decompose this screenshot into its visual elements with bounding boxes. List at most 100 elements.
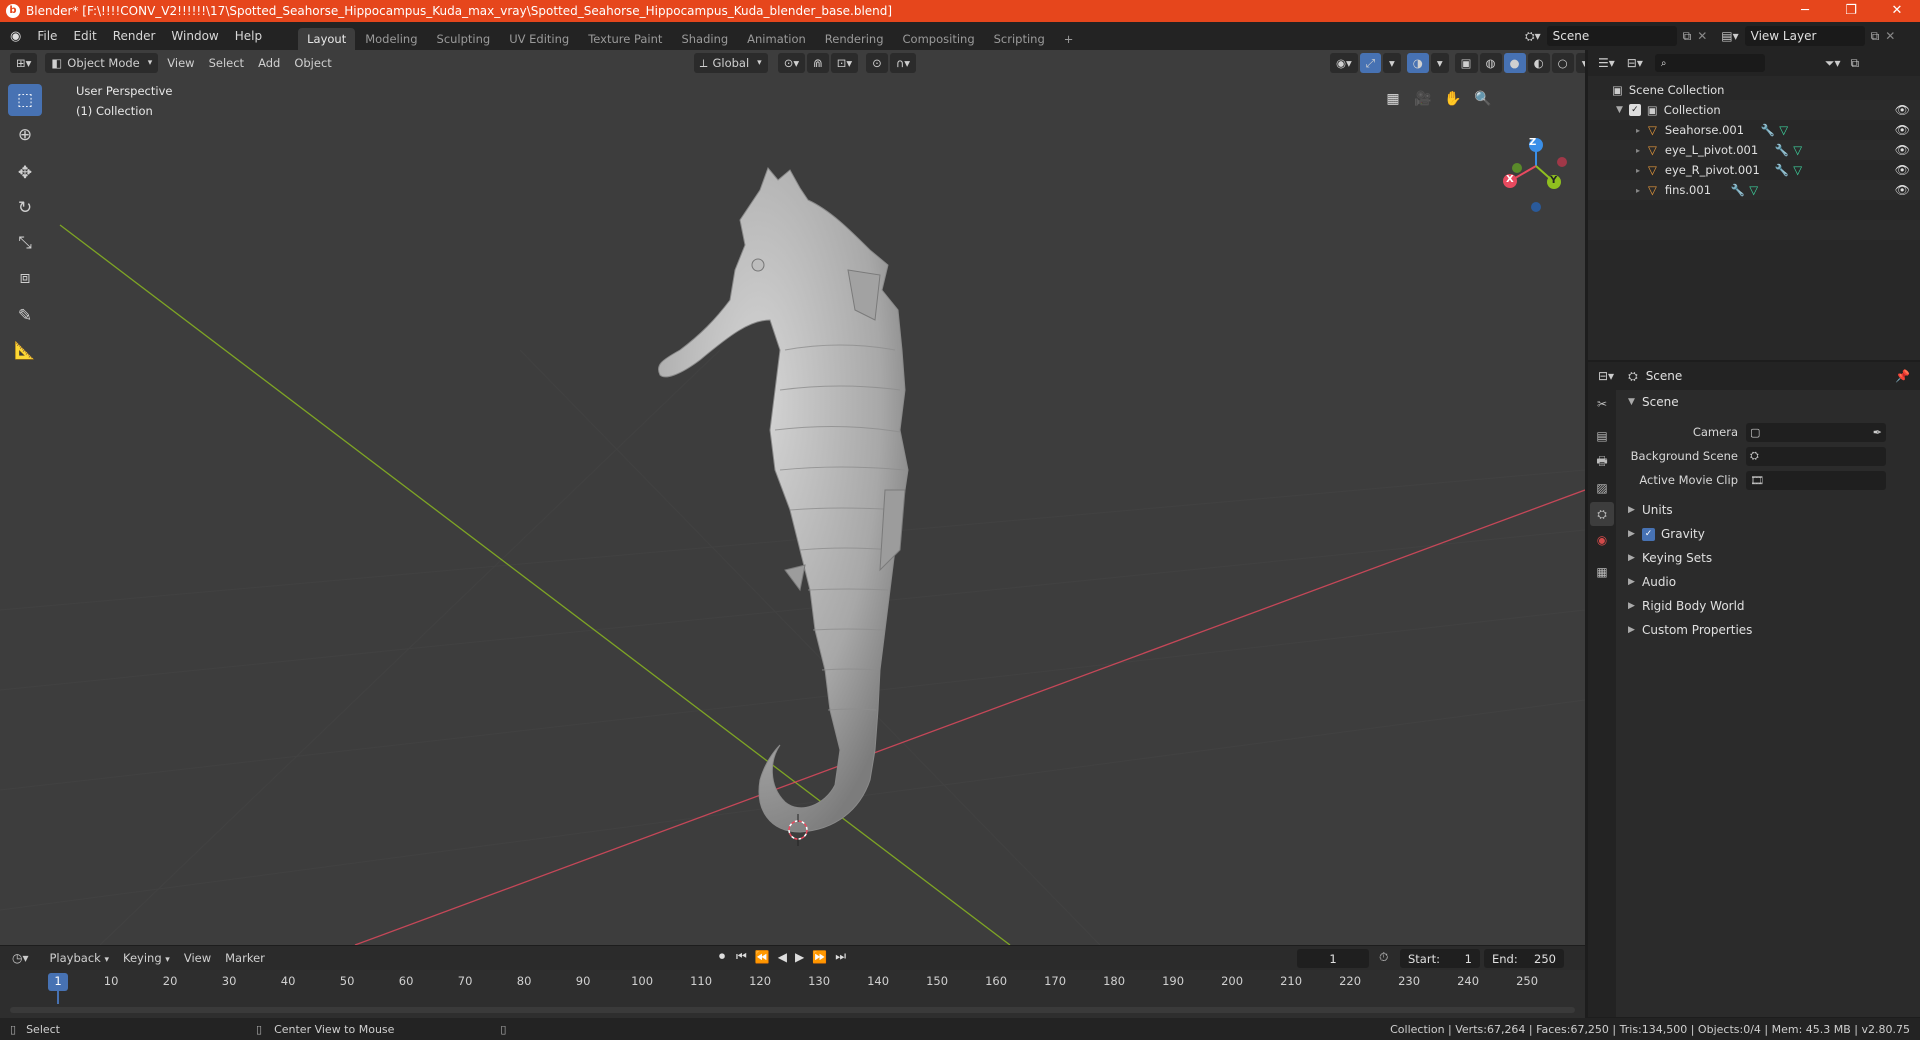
tab-scene-icon[interactable]: ⛭ bbox=[1590, 502, 1614, 526]
gizmo-toggle[interactable]: ⤢ bbox=[1359, 53, 1382, 73]
stopwatch-icon[interactable]: ⏱ bbox=[1379, 950, 1388, 965]
expand-arrow-icon[interactable]: ▸ bbox=[1636, 186, 1640, 195]
outliner-collection[interactable]: ▼ ✓ ▣ Collection 👁 bbox=[1588, 100, 1920, 120]
rigid-body-world-panel-header[interactable]: ▶ Rigid Body World bbox=[1618, 594, 1920, 618]
jump-to-end-button[interactable]: ⏭ bbox=[835, 949, 846, 964]
overlays-toggle[interactable]: ◑ bbox=[1406, 53, 1429, 73]
display-mode-icon[interactable]: ⊟▾ bbox=[1627, 56, 1643, 70]
tab-layout[interactable]: Layout bbox=[298, 28, 356, 50]
scene-icon[interactable]: ⛭▾ bbox=[1525, 29, 1541, 44]
snap-settings-button[interactable]: ⊡▾ bbox=[830, 53, 859, 73]
select-box-tool[interactable]: ⬚ bbox=[8, 84, 42, 116]
gravity-panel-header[interactable]: ▶ ✓ Gravity bbox=[1618, 522, 1920, 546]
toggle-camera-grid-icon[interactable]: ▦ bbox=[1380, 86, 1406, 112]
menu-window[interactable]: Window bbox=[163, 29, 226, 43]
new-scene-icon[interactable]: ⧉ bbox=[1683, 29, 1692, 44]
eye-icon[interactable]: 👁 bbox=[1895, 143, 1910, 157]
tab-output-icon[interactable]: 🖶 bbox=[1590, 450, 1614, 474]
outliner-editor-type-icon[interactable]: ☰▾ bbox=[1598, 56, 1615, 70]
play-button[interactable]: ▶ bbox=[795, 950, 804, 964]
add-workspace-button[interactable]: + bbox=[1055, 28, 1083, 50]
tab-texture-icon[interactable]: ▦ bbox=[1590, 560, 1614, 584]
gizmo-dropdown[interactable]: ▾ bbox=[1383, 53, 1401, 73]
tab-tool-icon[interactable]: ✂ bbox=[1590, 392, 1614, 416]
timeline-editor-type-icon[interactable]: ◷▾ bbox=[12, 951, 29, 965]
eye-icon[interactable]: 👁 bbox=[1895, 183, 1910, 197]
view-layer-icon[interactable]: ▤▾ bbox=[1721, 29, 1738, 43]
custom-properties-panel-header[interactable]: ▶ Custom Properties bbox=[1618, 618, 1920, 642]
pin-icon[interactable]: 📌 bbox=[1895, 369, 1910, 383]
timeline-scrollbar[interactable] bbox=[10, 1007, 1575, 1013]
outliner-object-eye-r[interactable]: ▸ ▽ eye_R_pivot.001 🔧 ▽ 👁 bbox=[1588, 160, 1920, 180]
tab-view-layer-icon[interactable]: ▨ bbox=[1590, 476, 1614, 500]
eye-icon[interactable]: 👁 bbox=[1895, 123, 1910, 137]
overlays-dropdown[interactable]: ▾ bbox=[1430, 53, 1449, 73]
zoom-icon[interactable]: 🔍 bbox=[1470, 86, 1496, 112]
scale-tool[interactable]: ⤡ bbox=[8, 227, 42, 259]
transform-tool[interactable]: ⧈ bbox=[8, 262, 42, 294]
rotate-tool[interactable]: ↻ bbox=[8, 192, 42, 224]
tab-uv-editing[interactable]: UV Editing bbox=[500, 28, 578, 50]
viewport-menu-select[interactable]: Select bbox=[202, 56, 251, 70]
visibility-dropdown[interactable]: ◉▾ bbox=[1330, 53, 1358, 73]
view-layer-selector[interactable]: View Layer bbox=[1744, 26, 1865, 46]
pan-hand-icon[interactable]: ✋ bbox=[1440, 86, 1466, 112]
camera-field[interactable]: ▢ ✒ bbox=[1746, 422, 1886, 442]
timeline-menu-view[interactable]: View bbox=[177, 951, 218, 965]
close-button[interactable]: ✕ bbox=[1874, 0, 1920, 22]
shading-dropdown[interactable]: ▾ bbox=[1575, 53, 1585, 73]
annotate-tool[interactable]: ✎ bbox=[8, 300, 42, 332]
outliner-object-eye-l[interactable]: ▸ ▽ eye_L_pivot.001 🔧 ▽ 👁 bbox=[1588, 140, 1920, 160]
xray-toggle[interactable]: ▣ bbox=[1454, 53, 1478, 73]
proportional-falloff-button[interactable]: ∩▾ bbox=[889, 53, 917, 73]
expand-arrow-icon[interactable]: ▼ bbox=[1616, 105, 1623, 115]
delete-scene-icon[interactable]: ✕ bbox=[1697, 29, 1707, 43]
outliner-search-input[interactable]: ⌕ bbox=[1654, 54, 1765, 72]
start-frame-field[interactable]: Start: 1 bbox=[1400, 949, 1480, 968]
object-mode-dropdown[interactable]: ◧ Object Mode ▾ bbox=[45, 53, 159, 73]
transform-orientation-dropdown[interactable]: ⟂ Global ▾ bbox=[693, 53, 768, 73]
tab-render-icon[interactable]: ▤ bbox=[1590, 424, 1614, 448]
material-shading-button[interactable]: ◐ bbox=[1527, 53, 1550, 73]
viewport-menu-object[interactable]: Object bbox=[287, 56, 338, 70]
tab-compositing[interactable]: Compositing bbox=[894, 28, 984, 50]
jump-to-keyframe-back-button[interactable]: ⏪ bbox=[755, 950, 770, 964]
scene-selector[interactable]: Scene bbox=[1546, 26, 1677, 46]
timeline-menu-marker[interactable]: Marker bbox=[218, 951, 272, 965]
jump-to-keyframe-forward-button[interactable]: ⏩ bbox=[812, 950, 827, 964]
menu-edit[interactable]: Edit bbox=[65, 29, 104, 43]
camera-view-icon[interactable]: 🎥 bbox=[1410, 86, 1436, 112]
new-view-layer-icon[interactable]: ⧉ bbox=[1871, 29, 1880, 44]
expand-arrow-icon[interactable]: ▸ bbox=[1636, 166, 1640, 175]
collection-checkbox[interactable]: ✓ bbox=[1628, 104, 1641, 116]
background-scene-field[interactable]: ⛭ bbox=[1746, 446, 1886, 466]
cursor-tool[interactable]: ⊕ bbox=[8, 119, 42, 151]
eyedropper-icon[interactable]: ✒ bbox=[1873, 426, 1882, 439]
end-frame-field[interactable]: End: 250 bbox=[1484, 949, 1564, 968]
measure-tool[interactable]: 📐 bbox=[8, 335, 42, 367]
properties-editor-type-icon[interactable]: ⊟▾ bbox=[1598, 369, 1614, 383]
record-button[interactable]: ⏺ bbox=[719, 949, 725, 964]
expand-arrow-icon[interactable]: ▸ bbox=[1636, 146, 1640, 155]
timeline-menu-keying[interactable]: Keying ▾ bbox=[116, 951, 177, 965]
expand-arrow-icon[interactable]: ▸ bbox=[1636, 126, 1640, 135]
blender-menu-icon[interactable]: ◉ bbox=[10, 29, 21, 44]
tab-animation[interactable]: Animation bbox=[738, 28, 815, 50]
audio-panel-header[interactable]: ▶ Audio bbox=[1618, 570, 1920, 594]
filter-icon[interactable]: ⏷▾ bbox=[1825, 56, 1841, 71]
solid-shading-button[interactable]: ● bbox=[1503, 53, 1526, 73]
jump-to-start-button[interactable]: ⏮ bbox=[736, 949, 747, 964]
eye-icon[interactable]: 👁 bbox=[1895, 103, 1910, 117]
maximize-button[interactable]: ❐ bbox=[1828, 0, 1874, 22]
play-reverse-button[interactable]: ◀ bbox=[778, 950, 787, 964]
menu-render[interactable]: Render bbox=[105, 29, 164, 43]
proportional-editing-toggle[interactable]: ⊙ bbox=[866, 53, 888, 73]
scene-panel-header[interactable]: ▼ Scene bbox=[1618, 390, 1920, 414]
rendered-shading-button[interactable]: ○ bbox=[1551, 53, 1574, 73]
tab-sculpting[interactable]: Sculpting bbox=[428, 28, 500, 50]
gravity-checkbox[interactable]: ✓ bbox=[1642, 527, 1655, 541]
active-movie-clip-field[interactable]: 🎞 bbox=[1746, 470, 1886, 490]
outliner-object-seahorse[interactable]: ▸ ▽ Seahorse.001 🔧 ▽ 👁 bbox=[1588, 120, 1920, 140]
tab-texture-paint[interactable]: Texture Paint bbox=[579, 28, 671, 50]
menu-help[interactable]: Help bbox=[227, 29, 270, 43]
